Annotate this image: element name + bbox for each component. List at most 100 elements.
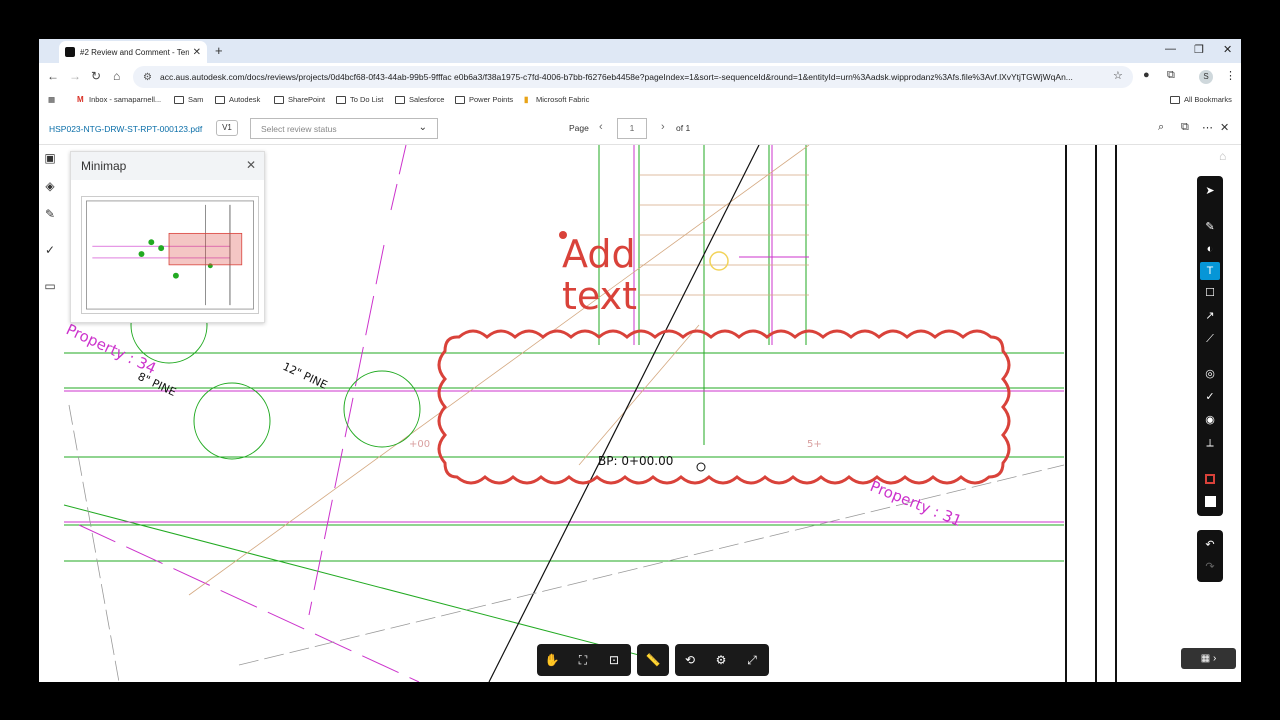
bookmark-fabric[interactable]: ▮ Microsoft Fabric	[524, 95, 589, 104]
url-text: acc.aus.autodesk.com/docs/reviews/projec…	[159, 72, 1073, 82]
review-check-icon[interactable]: ✓	[43, 243, 57, 257]
shapes-icon[interactable]: ◐	[1200, 240, 1220, 258]
checkmark-icon[interactable]: ✓	[1200, 388, 1220, 406]
bp-marker	[696, 462, 706, 472]
bookmark-salesforce[interactable]: Salesforce	[395, 95, 444, 104]
more-icon[interactable]: ⋯	[1202, 121, 1213, 134]
site-info-icon[interactable]: ⚙	[143, 72, 152, 83]
review-status-placeholder: Select review status	[261, 124, 337, 134]
minimap-close-icon[interactable]: ✕	[246, 158, 256, 172]
bp-station-label: BP: 0+00.00	[598, 454, 673, 468]
extension-icon[interactable]: ●	[1143, 69, 1150, 81]
review-status-select[interactable]: Select review status ⌄	[250, 118, 438, 139]
compare-icon[interactable]: ⧉	[1181, 121, 1189, 134]
pine-8-label: 8" PINE	[136, 370, 178, 399]
measure-icon[interactable]: ⟂	[1200, 434, 1220, 452]
markup-text-line2[interactable]: text	[562, 274, 637, 318]
tab-strip: #2 Review and Comment - Terr ✕ + — ❐ ✕	[39, 39, 1241, 63]
page-input[interactable]: 1	[617, 118, 647, 139]
revision-cloud-markup	[437, 329, 1011, 485]
window-close-button[interactable]: ✕	[1223, 43, 1232, 56]
browser-window: #2 Review and Comment - Terr ✕ + — ❐ ✕ ←…	[39, 39, 1241, 682]
select-arrow-icon[interactable]: ➤	[1200, 182, 1220, 200]
folder-icon	[215, 95, 225, 104]
bookmark-powerpoints[interactable]: Power Points	[455, 95, 513, 104]
cloud-icon[interactable]: ☐	[1200, 284, 1220, 302]
bookmark-sharepoint[interactable]: SharePoint	[274, 95, 325, 104]
folder-icon	[336, 95, 346, 104]
folder-icon	[1170, 95, 1180, 104]
apps-grid-button[interactable]: ▦ ›	[1181, 648, 1236, 669]
home-icon[interactable]: ⌂	[113, 69, 120, 83]
profile-avatar[interactable]: S	[1199, 70, 1213, 84]
callout-icon[interactable]: ↗	[1200, 307, 1220, 325]
undo-redo-toolbar: ↶ ↷	[1197, 530, 1223, 582]
text-tool-icon[interactable]: T	[1200, 262, 1220, 280]
stroke-color-icon[interactable]	[1200, 470, 1220, 488]
layers-icon[interactable]: ◈	[43, 179, 57, 193]
extensions-puzzle-icon[interactable]: ⧉	[1167, 69, 1175, 82]
restore-button[interactable]: ❐	[1194, 43, 1204, 56]
rotate-icon[interactable]: ⟲	[681, 651, 699, 669]
fabric-icon: ▮	[524, 95, 529, 104]
comments-icon[interactable]: ▭	[43, 279, 57, 293]
minimap-title: Minimap	[81, 159, 127, 173]
forward-arrow-icon[interactable]: →	[69, 69, 81, 83]
minimap-thumbnail[interactable]	[81, 196, 259, 314]
reload-icon[interactable]: ↻	[91, 69, 101, 83]
minimap-viewport[interactable]	[168, 232, 243, 266]
elevation-label: +00	[409, 439, 430, 450]
bookmark-star-icon[interactable]: ☆	[1113, 69, 1123, 82]
zoom-window-icon[interactable]: ⊡	[605, 651, 623, 669]
undo-icon[interactable]: ↶	[1200, 536, 1220, 554]
markup-pen-icon[interactable]: ✎	[43, 207, 57, 221]
navigation-tools: ✋ ⛶ ⊡	[537, 644, 631, 676]
file-name[interactable]: HSP023-NTG-DRW-ST-RPT-000123.pdf	[49, 124, 202, 134]
next-page-icon[interactable]: ›	[661, 121, 665, 133]
bookmark-sam[interactable]: Sam	[174, 95, 203, 104]
folder-icon	[395, 95, 405, 104]
view-tools: ⟲ ⚙ ⤢	[675, 644, 769, 676]
cursor-highlight	[709, 251, 729, 271]
back-arrow-icon[interactable]: ←	[47, 69, 59, 83]
bookmark-todo[interactable]: To Do List	[336, 95, 383, 104]
folder-icon	[174, 95, 184, 104]
fullscreen-icon[interactable]: ⤢	[743, 651, 761, 669]
version-badge[interactable]: V1	[216, 120, 238, 136]
camera-icon[interactable]: ◉	[1200, 411, 1220, 429]
fill-color-icon[interactable]	[1200, 492, 1220, 510]
ruler-icon[interactable]: 📏	[644, 651, 662, 669]
browser-menu-icon[interactable]: ⋮	[1225, 69, 1236, 82]
pen-icon[interactable]: ✎	[1200, 218, 1220, 236]
redo-icon[interactable]: ↷	[1200, 558, 1220, 576]
fit-view-icon[interactable]: ⛶	[574, 651, 592, 669]
viewer-close-icon[interactable]: ✕	[1220, 121, 1229, 134]
search-icon[interactable]: ⌕	[1158, 121, 1164, 134]
property-34-label: Property : 34	[63, 320, 159, 377]
sheets-icon[interactable]: ▣	[43, 151, 57, 165]
folder-icon	[274, 95, 284, 104]
minimap-panel: Minimap ✕	[70, 151, 265, 323]
home-view-icon[interactable]: ⌂	[1219, 149, 1226, 163]
bookmark-autodesk[interactable]: Autodesk	[215, 95, 260, 104]
stamp-icon[interactable]: ◎	[1200, 365, 1220, 383]
browser-tab[interactable]: #2 Review and Comment - Terr ✕	[59, 41, 207, 63]
page-label: Page	[569, 123, 589, 133]
markup-text-line1[interactable]: Add	[562, 232, 636, 276]
bookmark-gmail[interactable]: M Inbox - samaparnell...	[77, 95, 161, 104]
measure-tools: 📏	[637, 644, 669, 676]
minimize-button[interactable]: —	[1165, 43, 1176, 55]
polyline-icon[interactable]: ⟋	[1200, 330, 1220, 348]
chevron-down-icon: ⌄	[418, 122, 427, 133]
left-rail: ▣ ◈ ✎ ✓ ▭	[39, 145, 61, 682]
tab-close-icon[interactable]: ✕	[193, 47, 201, 58]
prev-page-icon[interactable]: ‹	[599, 121, 603, 133]
all-bookmarks[interactable]: All Bookmarks	[1170, 95, 1232, 104]
viewer-toolbar: HSP023-NTG-DRW-ST-RPT-000123.pdf V1 Sele…	[39, 113, 1241, 145]
settings-gear-icon[interactable]: ⚙	[712, 651, 730, 669]
pan-hand-icon[interactable]: ✋	[543, 651, 561, 669]
new-tab-button[interactable]: +	[215, 43, 223, 58]
apps-grid-icon[interactable]: ▦	[48, 95, 55, 104]
url-field[interactable]: ⚙ acc.aus.autodesk.com/docs/reviews/proj…	[133, 66, 1133, 88]
pine-12-label: 12" PINE	[281, 360, 330, 392]
